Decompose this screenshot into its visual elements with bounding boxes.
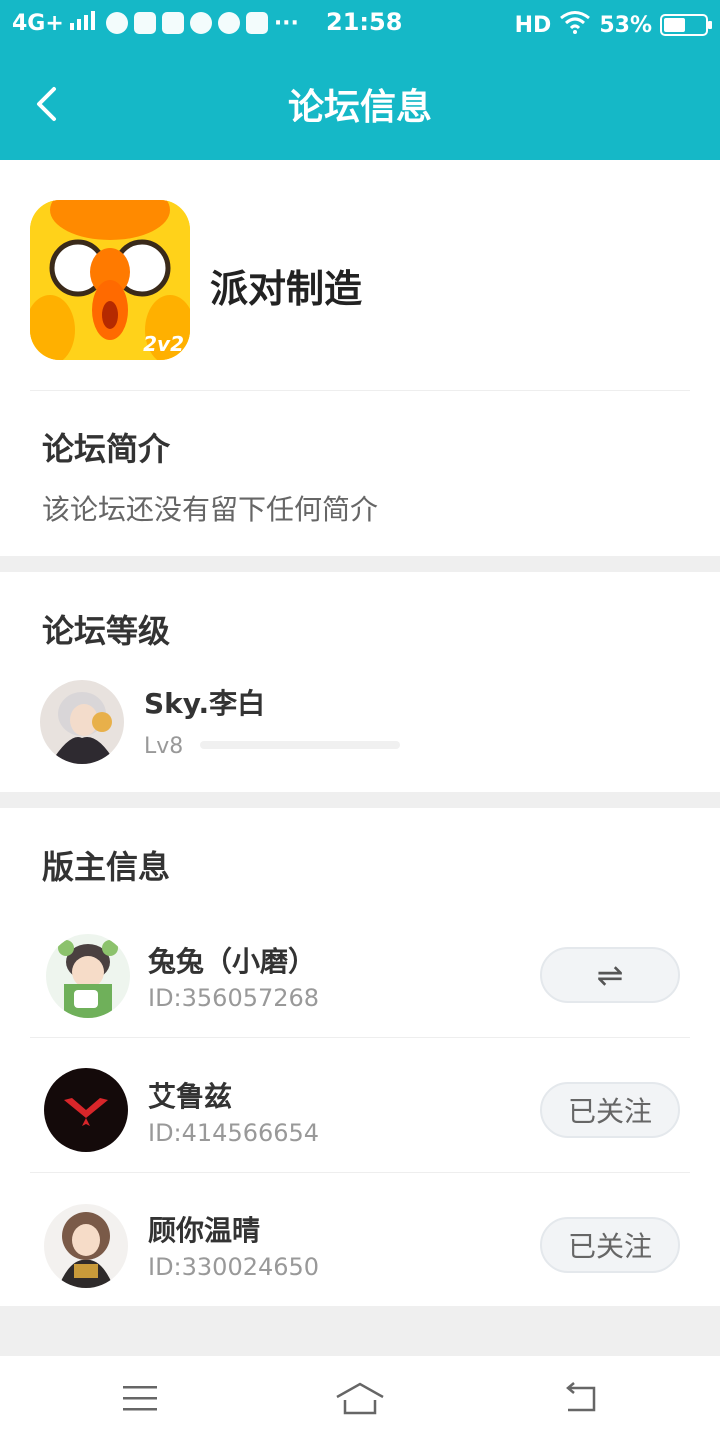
moderator-avatar[interactable] [46, 934, 130, 1018]
moderator-id: ID:330024650 [148, 1253, 320, 1281]
level-title: 论坛等级 [42, 612, 171, 650]
divider [30, 390, 690, 391]
timer-notification-icon [217, 12, 240, 34]
forum-name: 派对制造 [210, 267, 363, 311]
status-bar: 4G+ ··· 21:58 HD 53% [0, 0, 720, 50]
bottom-gap [0, 1306, 720, 1356]
back-nav-icon [566, 1382, 596, 1412]
status-right: HD 53% [514, 10, 712, 40]
network-label: 4G+ [12, 10, 64, 36]
moderator-avatar[interactable] [44, 1204, 128, 1288]
flash-notification-icon [245, 12, 268, 34]
chat-notification-icon [189, 12, 212, 34]
page-title: 论坛信息 [287, 87, 432, 128]
more-notifications-icon: ··· [273, 10, 299, 36]
app-header: 4G+ ··· 21:58 HD 53% 论坛信息 [0, 0, 720, 160]
menu-icon [123, 1386, 157, 1411]
moderator-id: ID:356057268 [148, 984, 320, 1012]
home-button[interactable] [330, 1378, 390, 1418]
switch-moderator-button[interactable]: ⇌ [540, 947, 680, 1003]
section-gap [0, 792, 720, 808]
clock: 21:58 [326, 8, 403, 36]
moderator-name: 顾你温晴 [148, 1214, 261, 1247]
moderator-avatar[interactable] [44, 1068, 128, 1152]
back-nav-button[interactable] [550, 1378, 610, 1418]
level-user-name: Sky.李白 [144, 687, 266, 720]
divider [30, 1172, 690, 1173]
mail-notification-icon [133, 12, 156, 34]
moderator-id: ID:414566654 [148, 1119, 320, 1147]
battery-percent: 53% [599, 12, 652, 38]
section-gap [0, 556, 720, 572]
app-notification-icon [105, 12, 128, 34]
battery-icon [660, 14, 712, 36]
followed-button[interactable]: 已关注 [540, 1082, 680, 1138]
video-notification-icon [161, 12, 184, 34]
home-icon [336, 1382, 384, 1415]
hd-label: HD [514, 12, 552, 38]
forum-logo: 2v2 [30, 200, 190, 360]
notification-icons: ··· [105, 10, 299, 36]
followed-button[interactable]: 已关注 [540, 1217, 680, 1273]
system-nav-bar [0, 1356, 720, 1440]
battery-fill [664, 18, 685, 32]
forum-logo-badge: 2v2 [143, 332, 184, 356]
moderator-name: 艾鲁兹 [148, 1080, 233, 1113]
status-left: 4G+ ··· [12, 10, 299, 36]
forum-info-page: 4G+ ··· 21:58 HD 53% 论坛信息 2v2 派对制造 论坛简介 … [0, 0, 720, 1440]
menu-button[interactable] [110, 1378, 170, 1418]
switch-icon: ⇌ [596, 956, 624, 994]
moderators-title: 版主信息 [42, 848, 171, 886]
avatar[interactable] [40, 680, 124, 764]
signal-icon [69, 10, 100, 36]
intro-title: 论坛简介 [42, 430, 171, 468]
divider [30, 1037, 690, 1038]
wifi-icon [559, 10, 591, 40]
level-progress-bar [200, 741, 400, 749]
intro-text: 该论坛还没有留下任何简介 [42, 493, 379, 526]
moderator-name: 兔兔（小磨） [148, 945, 317, 978]
level-label: Lv8 [144, 734, 184, 759]
